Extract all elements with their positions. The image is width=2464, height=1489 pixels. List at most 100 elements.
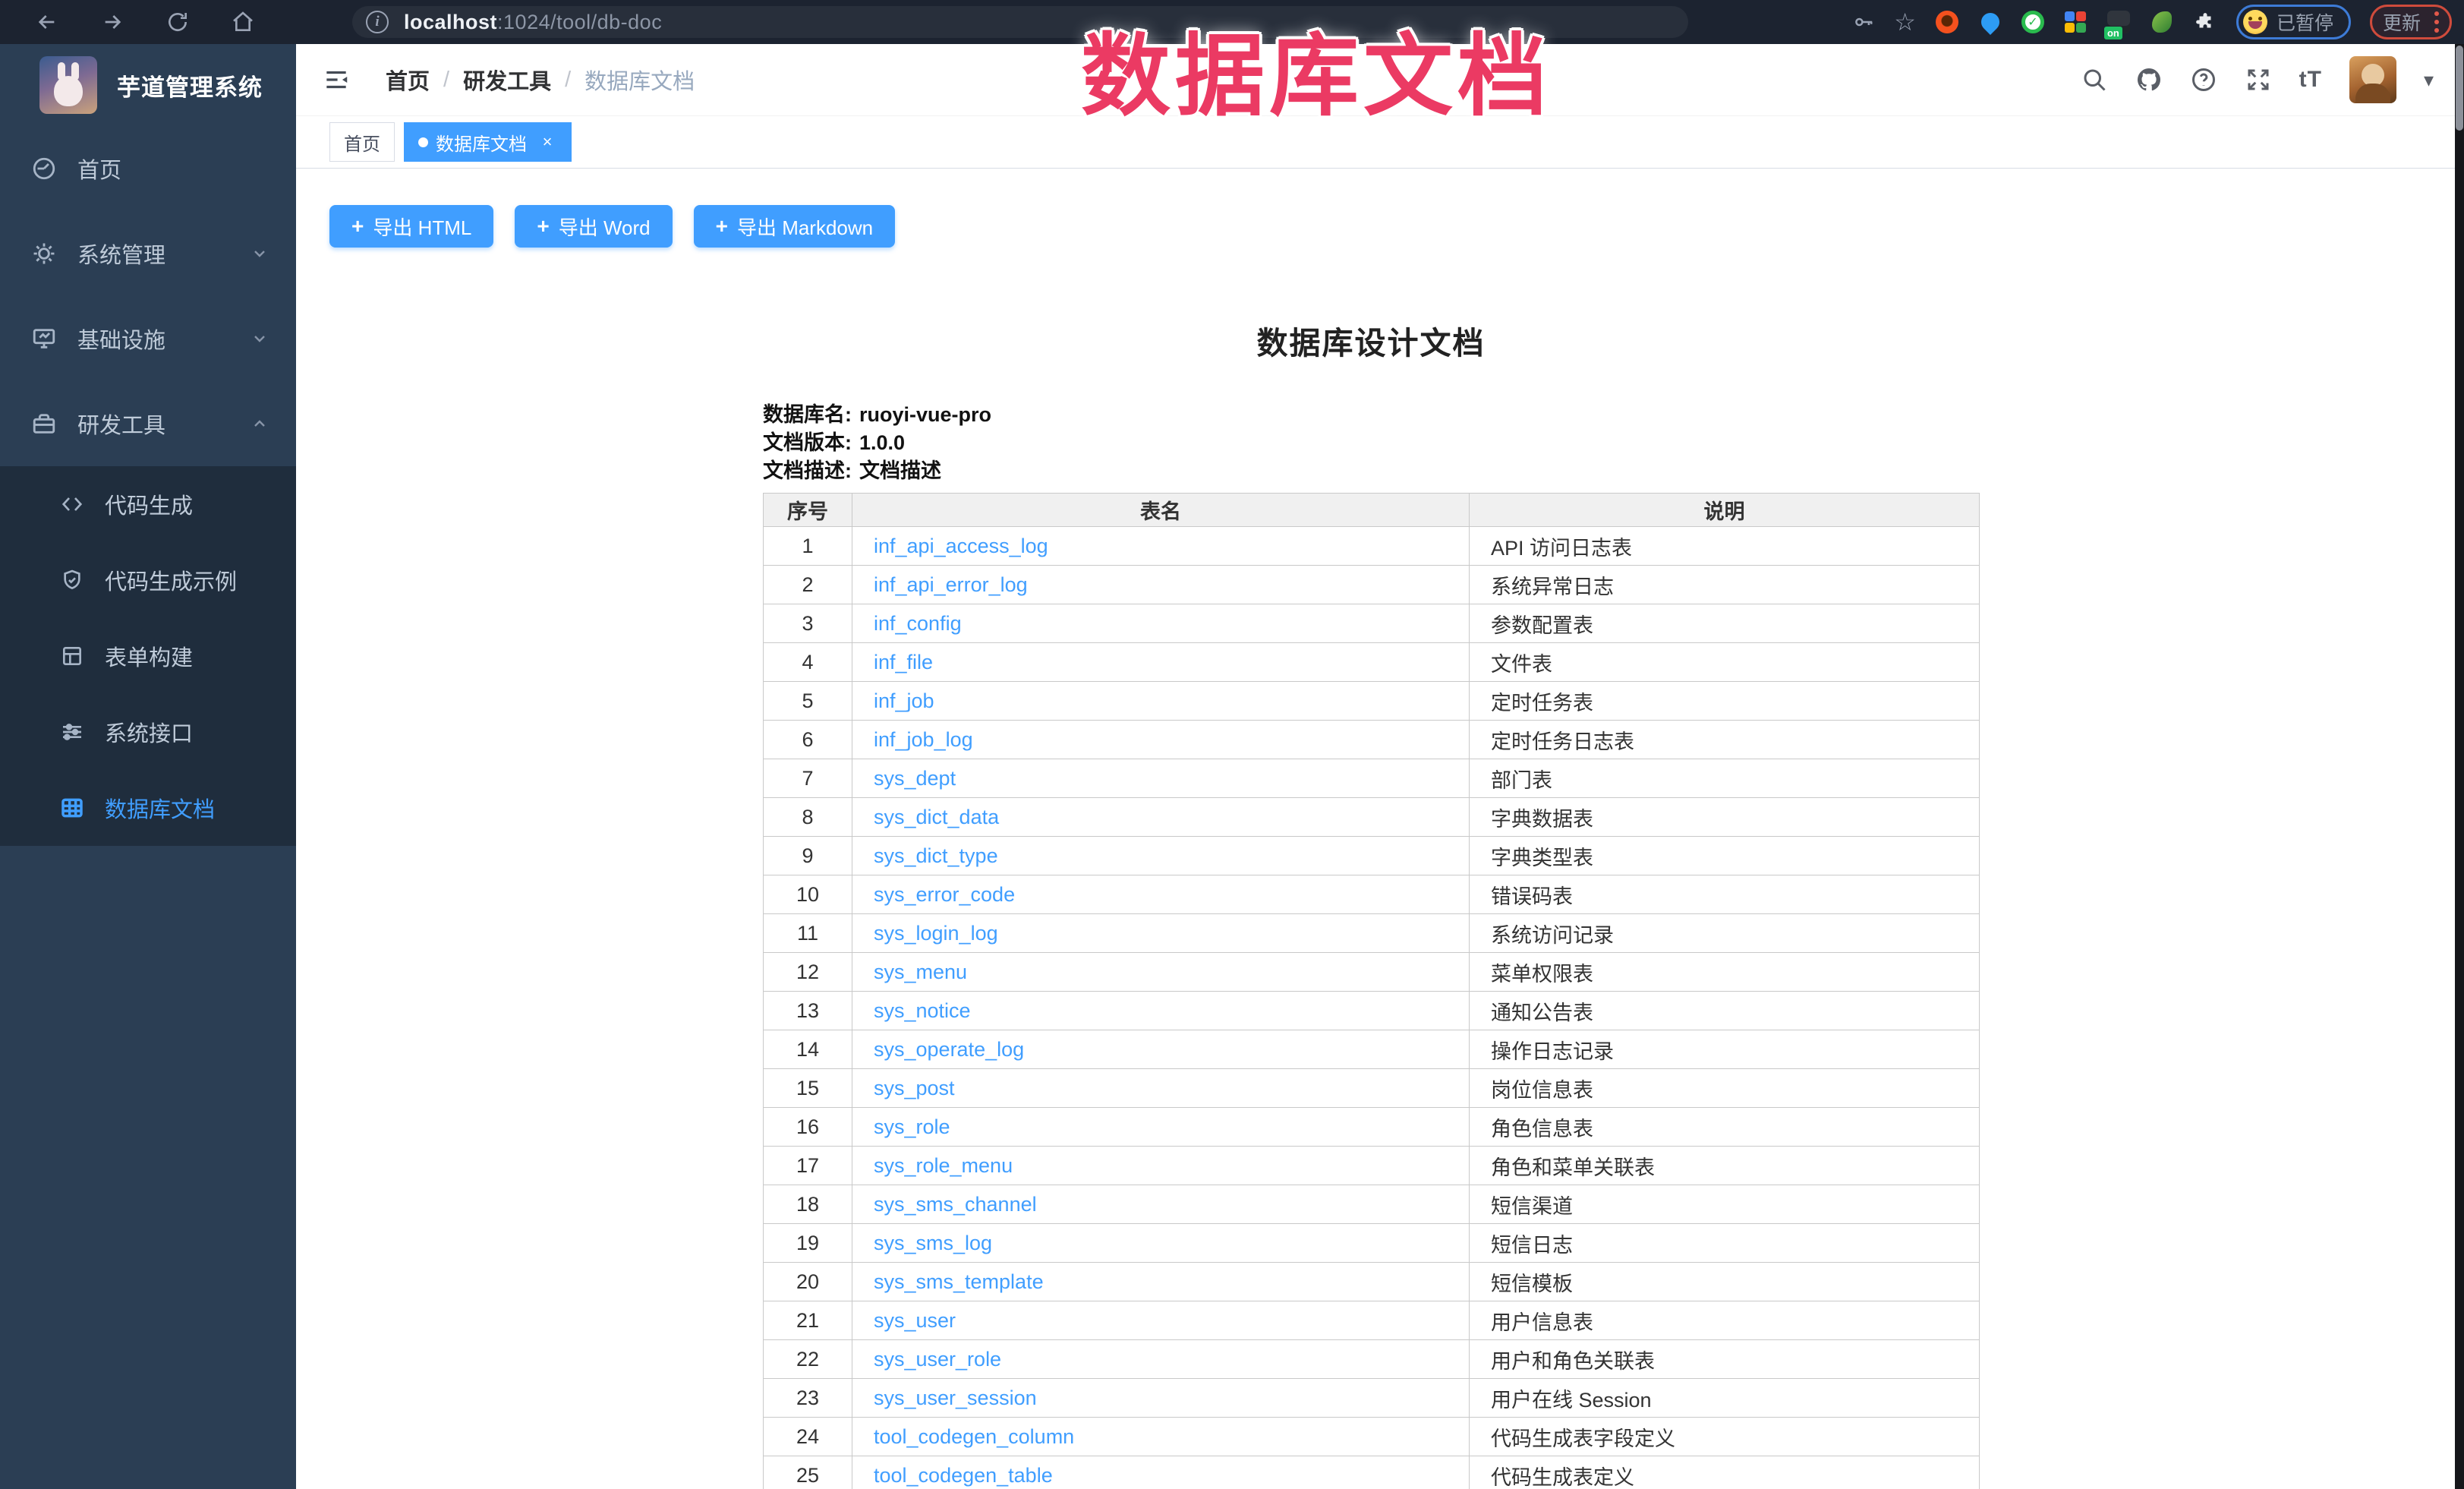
- table-name-link[interactable]: sys_dept: [874, 767, 956, 790]
- table-row: 10 sys_error_code 错误码表: [764, 875, 1980, 914]
- tag-home[interactable]: 首页: [329, 122, 395, 162]
- extension-target-icon[interactable]: [1935, 10, 1959, 34]
- key-icon[interactable]: [1852, 11, 1875, 33]
- table-name-link[interactable]: sys_user_session: [874, 1386, 1037, 1409]
- document-info: 数据库名:ruoyi-vue-pro 文档版本:1.0.0 文档描述:文档描述: [763, 401, 1979, 485]
- breadcrumb: 首页 / 研发工具 / 数据库文档: [386, 64, 695, 96]
- bookmark-star-icon[interactable]: ☆: [1894, 11, 1916, 33]
- table-name-link[interactable]: tool_codegen_column: [874, 1425, 1074, 1448]
- browser-forward-icon[interactable]: [100, 10, 124, 34]
- app-title: 芋道管理系统: [117, 68, 263, 103]
- scrollbar-thumb[interactable]: [2456, 46, 2463, 131]
- sidebar-item-db-doc[interactable]: 数据库文档: [0, 770, 296, 846]
- browser-update-chip[interactable]: 更新: [2370, 5, 2452, 39]
- export-html-button[interactable]: + 导出 HTML: [329, 205, 493, 248]
- table-name-link[interactable]: inf_config: [874, 612, 962, 635]
- doc-desc-label: 文档描述:: [763, 457, 852, 485]
- table-row: 8 sys_dict_data 字典数据表: [764, 798, 1980, 837]
- site-info-icon[interactable]: i: [366, 11, 389, 33]
- table-name-link[interactable]: inf_job: [874, 689, 934, 712]
- browser-home-icon[interactable]: [231, 10, 255, 34]
- tag-close-icon[interactable]: ×: [537, 132, 557, 152]
- app-logo-row[interactable]: 芋道管理系统: [0, 44, 296, 126]
- table-header-row: 序号 表名 说明: [764, 494, 1980, 527]
- dashboard-icon: [30, 155, 58, 182]
- extension-leaf-icon[interactable]: [2150, 10, 2174, 34]
- table-row: 4 inf_file 文件表: [764, 643, 1980, 682]
- table-row: 13 sys_notice 通知公告表: [764, 992, 1980, 1030]
- table-name-link[interactable]: sys_sms_log: [874, 1232, 992, 1254]
- table-row: 24 tool_codegen_column 代码生成表字段定义: [764, 1418, 1980, 1456]
- url-text: localhost:1024/tool/db-doc: [404, 11, 662, 34]
- user-avatar[interactable]: [2349, 56, 2396, 103]
- font-size-icon[interactable]: tT: [2299, 67, 2322, 93]
- search-icon[interactable]: [2081, 66, 2108, 93]
- table-row: 14 sys_operate_log 操作日志记录: [764, 1030, 1980, 1069]
- table-name-link[interactable]: sys_post: [874, 1077, 955, 1099]
- extension-check-icon[interactable]: ✓: [2021, 11, 2044, 33]
- table-name-link[interactable]: sys_menu: [874, 961, 967, 983]
- sliders-icon: [59, 719, 85, 745]
- plus-icon: +: [537, 214, 549, 238]
- sidebar-item-home[interactable]: 首页: [0, 126, 296, 211]
- active-dot-icon: [418, 137, 428, 147]
- watermark-annotation: 数据库文档: [1081, 3, 1552, 133]
- table-name-link[interactable]: sys_dict_type: [874, 844, 998, 867]
- export-word-button[interactable]: + 导出 Word: [515, 205, 672, 248]
- table-name-link[interactable]: sys_sms_template: [874, 1270, 1044, 1293]
- table-name-link[interactable]: sys_operate_log: [874, 1038, 1024, 1061]
- page-content: + 导出 HTML + 导出 Word + 导出 Markdown 数据库设计文…: [296, 169, 2464, 1489]
- table-name-link[interactable]: inf_file: [874, 651, 933, 674]
- table-name-link[interactable]: tool_codegen_table: [874, 1464, 1053, 1487]
- extensions-puzzle-icon[interactable]: [2193, 10, 2217, 34]
- sidebar-item-system-api[interactable]: 系统接口: [0, 694, 296, 770]
- table-name-link[interactable]: sys_notice: [874, 999, 971, 1022]
- tag-db-doc[interactable]: 数据库文档 ×: [404, 122, 572, 162]
- table-name-link[interactable]: inf_api_error_log: [874, 573, 1028, 596]
- sidebar-item-code-generation[interactable]: 代码生成: [0, 466, 296, 542]
- table-name-link[interactable]: inf_job_log: [874, 728, 973, 751]
- gear-icon: [30, 240, 58, 267]
- avatar-caret-down-icon[interactable]: ▾: [2424, 68, 2434, 92]
- table-name-link[interactable]: sys_dict_data: [874, 806, 999, 828]
- browser-reload-icon[interactable]: [165, 10, 190, 34]
- table-row: 9 sys_dict_type 字典类型表: [764, 837, 1980, 875]
- table-name-link[interactable]: sys_user_role: [874, 1348, 1001, 1371]
- sidebar-item-system[interactable]: 系统管理: [0, 211, 296, 296]
- dev-tools-submenu: 代码生成 代码生成示例 表单构建 系统接口: [0, 466, 296, 846]
- extension-drop-icon[interactable]: [1978, 10, 2002, 34]
- table-row: 15 sys_post 岗位信息表: [764, 1069, 1980, 1108]
- table-name-link[interactable]: sys_error_code: [874, 883, 1015, 906]
- table-row: 25 tool_codegen_table 代码生成表定义: [764, 1456, 1980, 1489]
- table-name-link[interactable]: sys_user: [874, 1309, 956, 1332]
- help-icon[interactable]: [2190, 66, 2217, 93]
- tables-overview-table: 序号 表名 说明 1 inf_api_access_log: [763, 493, 1980, 1489]
- page-scrollbar[interactable]: [2455, 44, 2464, 1489]
- table-row: 21 sys_user 用户信息表: [764, 1301, 1980, 1340]
- sidebar-item-dev-tools[interactable]: 研发工具: [0, 381, 296, 466]
- doc-version-value: 1.0.0: [859, 429, 905, 457]
- sidebar-item-code-generation-example[interactable]: 代码生成示例: [0, 542, 296, 618]
- breadcrumb-home[interactable]: 首页: [386, 64, 430, 96]
- sidebar-item-infrastructure[interactable]: 基础设施: [0, 296, 296, 381]
- table-name-link[interactable]: inf_api_access_log: [874, 535, 1048, 557]
- table-row: 3 inf_config 参数配置表: [764, 604, 1980, 643]
- db-name-value: ruoyi-vue-pro: [859, 401, 991, 429]
- browser-menu-icon[interactable]: [2434, 11, 2439, 33]
- extension-switch-icon[interactable]: on: [2106, 10, 2131, 34]
- table-name-link[interactable]: sys_sms_channel: [874, 1193, 1037, 1216]
- browser-back-icon[interactable]: [35, 10, 59, 34]
- sidebar-item-form-builder[interactable]: 表单构建: [0, 618, 296, 694]
- fullscreen-icon[interactable]: [2245, 66, 2272, 93]
- col-header-index: 序号: [764, 494, 852, 527]
- document-title: 数据库设计文档: [763, 317, 1979, 363]
- export-markdown-button[interactable]: + 导出 Markdown: [694, 205, 896, 248]
- collapse-sidebar-icon[interactable]: [322, 65, 351, 94]
- profile-sync-paused-chip[interactable]: 已暂停: [2236, 5, 2351, 39]
- extension-grid-icon[interactable]: [2063, 10, 2087, 34]
- screen: i localhost:1024/tool/db-doc ☆ ✓ on 已暂停: [0, 0, 2464, 1489]
- table-name-link[interactable]: sys_login_log: [874, 922, 998, 945]
- table-name-link[interactable]: sys_role_menu: [874, 1154, 1013, 1177]
- github-icon[interactable]: [2135, 66, 2163, 93]
- table-name-link[interactable]: sys_role: [874, 1115, 950, 1138]
